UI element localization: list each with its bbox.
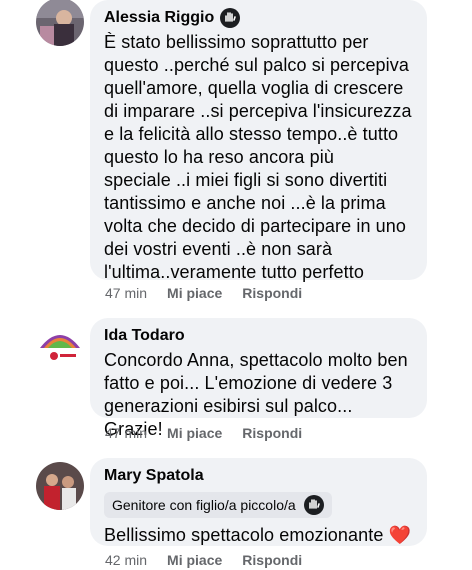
member-badge: Genitore con figlio/a piccolo/a xyxy=(104,492,332,518)
comment-text: Bellissimo spettacolo emozionante ❤️ xyxy=(104,525,412,545)
comment-bubble: Mary Spatola Genitore con figlio/a picco… xyxy=(90,458,427,546)
wave-hand-icon xyxy=(220,8,241,28)
wave-hand-icon xyxy=(303,495,324,515)
author-name[interactable]: Ida Todaro xyxy=(104,326,413,346)
comment-text: È stato bellissimo soprattutto per quest… xyxy=(104,32,412,282)
like-button[interactable]: Mi piace xyxy=(167,285,222,301)
comment-actions: 47 min Mi piace Rispondi xyxy=(105,285,302,301)
comment-actions: 42 min Mi piace Rispondi xyxy=(105,552,302,568)
like-button[interactable]: Mi piace xyxy=(167,552,222,568)
like-button[interactable]: Mi piace xyxy=(167,425,222,441)
comment-time[interactable]: 47 min xyxy=(105,285,147,301)
avatar-alessia[interactable] xyxy=(36,0,84,46)
comment-time[interactable]: 47 min xyxy=(105,425,147,441)
author-name[interactable]: Mary Spatola xyxy=(104,466,413,486)
heart-emoji-icon: ❤️ xyxy=(388,525,412,545)
comment-bubble: Alessia Riggio È stato bellissimo soprat… xyxy=(90,0,427,282)
comment-time[interactable]: 42 min xyxy=(105,552,147,568)
comment-actions: 47 min Mi piace Rispondi xyxy=(105,425,302,441)
author-name[interactable]: Alessia Riggio xyxy=(104,8,413,28)
avatar-ida[interactable] xyxy=(36,320,84,368)
reply-button[interactable]: Rispondi xyxy=(242,285,302,301)
reply-button[interactable]: Rispondi xyxy=(242,552,302,568)
avatar-mary[interactable] xyxy=(36,462,84,510)
comment-bubble: Ida Todaro Concordo Anna, spettacolo mol… xyxy=(90,318,427,439)
reply-button[interactable]: Rispondi xyxy=(242,425,302,441)
